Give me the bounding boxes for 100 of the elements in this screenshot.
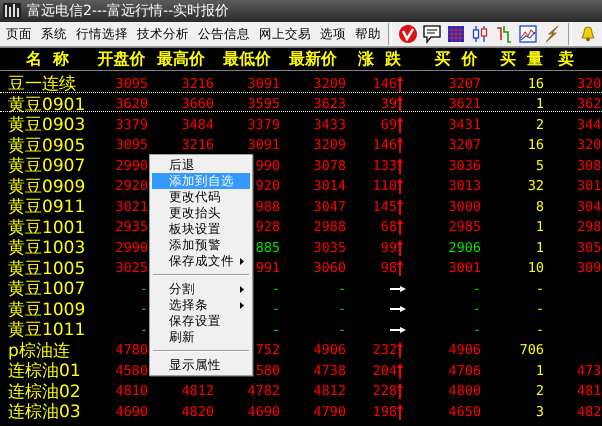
table-cell: 4812 — [313, 383, 346, 399]
table-cell: 3035 — [313, 240, 346, 256]
table-cell: - — [338, 322, 346, 338]
table-cell: 68 — [380, 219, 397, 235]
column-header: 名 称 — [24, 48, 70, 70]
table-cell: 4580 — [115, 362, 148, 378]
table-cell: - — [272, 301, 280, 317]
table-cell: - — [272, 322, 280, 338]
table-cell: 4812 — [181, 383, 214, 399]
table-cell-text: 362 — [576, 96, 602, 112]
table-cell: 3036 — [448, 158, 481, 174]
table-cell-text: 473 — [576, 362, 602, 378]
table-cell: - — [536, 280, 544, 296]
table-cell: 3060 — [313, 260, 346, 276]
menu-item[interactable]: 选择条 — [152, 297, 250, 313]
table-cell: - — [472, 322, 481, 338]
table-cell: 146 — [372, 137, 397, 153]
table-cell: 3091 — [247, 137, 280, 153]
table-cell: 3078 — [313, 158, 346, 174]
table-cell: 706 — [520, 342, 544, 358]
instrument-name: 连棕油03 — [7, 401, 81, 423]
table-cell: - — [140, 280, 148, 296]
table-cell: - — [338, 280, 346, 296]
table-cell: 3660 — [181, 96, 214, 112]
table-cell: - — [472, 280, 481, 296]
table-cell: 2906 — [448, 240, 481, 256]
table-cell-text: 301 — [576, 178, 602, 194]
menu-item[interactable]: 页面 — [0, 26, 35, 42]
table-cell-text: 304 — [576, 198, 602, 214]
menu-item[interactable]: 网上交易 — [253, 26, 314, 42]
table-cell: - — [536, 322, 544, 338]
table-cell: 3095 — [115, 137, 148, 153]
table-cell: 991 — [256, 260, 280, 276]
menu-item[interactable]: 保存设置 — [152, 313, 250, 329]
table-cell: 4706 — [448, 362, 481, 378]
table-cell: 4906 — [313, 342, 346, 358]
menu-item[interactable]: 分割 — [152, 281, 250, 297]
table-cell: - — [272, 280, 280, 296]
menu-item[interactable]: 显示属性 — [152, 357, 250, 373]
selected-row[interactable]: 黄豆0901 3620 3660 3595 3623 39 3621 1 362 — [0, 92, 602, 112]
menu-item[interactable]: 系统 — [35, 26, 70, 42]
table-cell: 2985 — [448, 219, 481, 235]
table-cell: 39 — [380, 96, 397, 112]
table-cell: 990 — [256, 158, 280, 174]
table-cell: 988 — [256, 198, 280, 214]
table-cell: 3047 — [313, 198, 346, 214]
table-cell: 3091 — [247, 76, 280, 92]
instrument-name: 黄豆0911 — [7, 196, 86, 218]
table-cell: 3001 — [448, 260, 481, 276]
menu-item[interactable]: 板块设置 — [152, 221, 250, 237]
table-cell: 4690 — [247, 404, 280, 420]
table-cell: 5 — [536, 158, 544, 174]
menu-item[interactable]: 刷新 — [152, 329, 250, 345]
table-cell: 16 — [528, 76, 544, 92]
menu-item[interactable]: 技术分析 — [131, 26, 192, 42]
table-cell: 3207 — [448, 137, 481, 153]
table-cell: 32 — [528, 178, 544, 194]
table-cell: 145 — [372, 198, 397, 214]
table-cell-text: 481 — [576, 383, 602, 399]
table-cell: 3379 — [247, 116, 280, 132]
table-cell: 69 — [380, 116, 397, 132]
table-cell: 3 — [536, 404, 544, 420]
table-cell: 3216 — [181, 137, 214, 153]
column-header: 卖 — [557, 48, 575, 70]
table-cell: 2920 — [115, 178, 148, 194]
table-cell: 4790 — [313, 404, 346, 420]
table-cell: 3207 — [448, 76, 481, 92]
table-cell: 3209 — [313, 76, 346, 92]
table-cell: 1 — [536, 362, 544, 378]
instrument-name: 黄豆1011 — [7, 319, 86, 341]
table-cell: 133 — [372, 158, 397, 174]
table-cell: 1 — [536, 240, 544, 256]
table-cell: 928 — [256, 219, 280, 235]
instrument-name: 黄豆1001 — [7, 216, 86, 238]
table-cell-text: 298 — [576, 219, 602, 235]
table-cell: 1 — [536, 96, 544, 112]
menu-item[interactable]: 更改代码 — [152, 189, 250, 205]
menu-item[interactable]: 公告信息 — [192, 26, 253, 42]
instrument-name: p棕油连 — [7, 340, 70, 362]
column-header: 最低价 — [222, 48, 272, 70]
table-cell: 2990 — [115, 158, 148, 174]
menu-item[interactable]: 添加预警 — [152, 237, 250, 253]
table-cell: 580 — [256, 362, 280, 378]
menu-item[interactable]: 选项 — [314, 26, 349, 42]
table-cell: 3379 — [115, 116, 148, 132]
table-cell: 4820 — [181, 404, 214, 420]
menu-item[interactable]: 帮助 — [349, 26, 384, 42]
menu-item[interactable]: 保存成文件 — [152, 253, 250, 269]
menu-item[interactable]: 行情选择 — [70, 26, 131, 42]
table-cell: 3623 — [313, 96, 346, 112]
table-cell: 3595 — [247, 96, 280, 112]
table-cell: 2 — [536, 383, 544, 399]
table-cell: - — [338, 301, 346, 317]
menu-item[interactable]: 更改抬头 — [152, 205, 250, 221]
menu-item[interactable]: 后退 — [152, 157, 250, 173]
table-cell: - — [472, 301, 481, 317]
column-header: 最高价 — [156, 48, 206, 70]
table-cell: 4738 — [313, 362, 346, 378]
table-cell: 2935 — [115, 219, 148, 235]
instrument-name: 黄豆1003 — [7, 237, 86, 259]
